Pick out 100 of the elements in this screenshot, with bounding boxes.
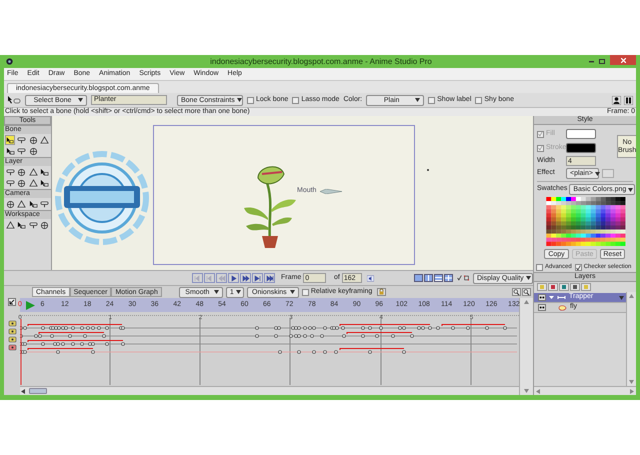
tool-icon [6, 220, 14, 230]
tool-button[interactable] [28, 220, 38, 230]
tool-icon [6, 200, 14, 208]
tool-button[interactable] [5, 146, 15, 156]
checkbox[interactable] [428, 96, 436, 104]
tool-button[interactable] [40, 135, 50, 145]
tool-button[interactable] [40, 220, 50, 230]
tool-button[interactable] [40, 167, 50, 177]
scroll-up-icon[interactable] [629, 294, 634, 298]
lock-icon[interactable] [377, 288, 386, 296]
app-icon [6, 58, 13, 65]
playback-button[interactable] [240, 273, 251, 283]
tool-button[interactable] [5, 220, 15, 230]
bone-icon [557, 295, 566, 300]
checkbox[interactable] [536, 264, 543, 271]
tool-icon [6, 168, 14, 176]
zoom-icon[interactable] [512, 288, 521, 296]
tool-icon [28, 220, 38, 230]
tool-button[interactable] [16, 167, 26, 177]
tool-button[interactable] [28, 135, 38, 145]
view-layout-icon[interactable] [414, 274, 423, 282]
checkbox[interactable] [475, 96, 482, 104]
tool-button[interactable] [16, 178, 26, 188]
checkbox[interactable] [574, 264, 582, 271]
playback-icon [206, 274, 214, 282]
tool-button[interactable] [28, 146, 38, 156]
caret-icon [619, 296, 624, 300]
tool-icon [28, 200, 38, 208]
maximize-icon[interactable] [599, 59, 605, 64]
scroll-thumb[interactable] [29, 388, 47, 394]
tool-icon [40, 200, 49, 208]
view-layout-icon[interactable] [434, 274, 443, 282]
selection-frame-icon[interactable] [464, 274, 469, 282]
playback-icon [230, 274, 238, 282]
tool-icon [17, 178, 26, 188]
tool-icon [6, 136, 14, 144]
checkbox[interactable] [292, 96, 300, 104]
scroll-down-icon[interactable] [524, 389, 529, 393]
tool-icon [17, 136, 26, 144]
expand-triangle-icon[interactable] [549, 295, 554, 300]
tool-button[interactable] [5, 135, 15, 145]
view-layout-icon[interactable] [444, 274, 453, 282]
speaker-icon[interactable] [367, 274, 374, 282]
checkbox[interactable] [537, 130, 544, 138]
vertical-scrollbar[interactable] [626, 292, 636, 386]
tool-icon [6, 146, 14, 156]
collapse-icon[interactable] [8, 298, 16, 306]
caret-icon [594, 172, 600, 176]
color-swatch[interactable] [566, 143, 596, 153]
playback-button[interactable] [228, 273, 239, 283]
minimize-icon[interactable] [589, 60, 594, 62]
bone-icon [320, 189, 342, 194]
eye-icon[interactable] [538, 304, 546, 311]
tool-button[interactable] [28, 199, 38, 209]
tool-button[interactable] [16, 135, 26, 145]
tool-button[interactable] [5, 167, 15, 177]
tool-button[interactable] [28, 167, 38, 177]
checkbox[interactable] [302, 288, 309, 296]
book-icon[interactable] [624, 96, 633, 104]
playback-icon [218, 274, 226, 282]
eye-icon[interactable] [538, 294, 546, 301]
playback-button[interactable] [252, 273, 263, 283]
tool-icon [40, 136, 49, 144]
tool-button[interactable] [5, 178, 15, 188]
checkbox[interactable] [247, 96, 254, 104]
color-swatch[interactable] [566, 129, 596, 139]
view-layout-icon[interactable] [424, 274, 433, 282]
tool-button[interactable] [40, 199, 50, 209]
tool-button[interactable] [16, 199, 26, 209]
playback-icon [242, 274, 250, 282]
caret-icon [526, 276, 531, 280]
zoom-icon[interactable] [522, 288, 531, 296]
pointer-bone-icon [7, 96, 21, 104]
caret-icon [628, 188, 634, 192]
person-icon[interactable] [612, 96, 621, 104]
scroll-down-icon[interactable] [629, 380, 634, 384]
horizontal-scrollbar[interactable] [20, 386, 519, 395]
scroll-up-icon[interactable] [524, 300, 529, 304]
vertical-scrollbar[interactable] [519, 298, 533, 395]
caret-icon [236, 290, 241, 294]
checkbox[interactable] [537, 144, 544, 152]
tool-button[interactable] [40, 178, 50, 188]
close-button[interactable] [610, 55, 636, 65]
checkmark-icon[interactable] [456, 274, 462, 282]
tool-button[interactable] [16, 146, 26, 156]
playback-icon [194, 274, 202, 282]
scroll-left-icon[interactable] [21, 388, 26, 394]
horizontal-scrollbar[interactable] [534, 386, 636, 395]
scroll-right-icon[interactable] [629, 388, 634, 394]
playback-button[interactable] [264, 273, 275, 283]
caret-icon [236, 98, 242, 102]
playback-icon [254, 274, 262, 282]
tool-button[interactable] [28, 178, 38, 188]
tool-icon [17, 200, 26, 208]
tool-button[interactable] [5, 199, 15, 209]
caret-icon [78, 98, 83, 102]
tool-icon [17, 146, 26, 156]
tool-icon [28, 146, 38, 156]
tool-button[interactable] [16, 220, 26, 230]
caret-icon [415, 98, 420, 102]
